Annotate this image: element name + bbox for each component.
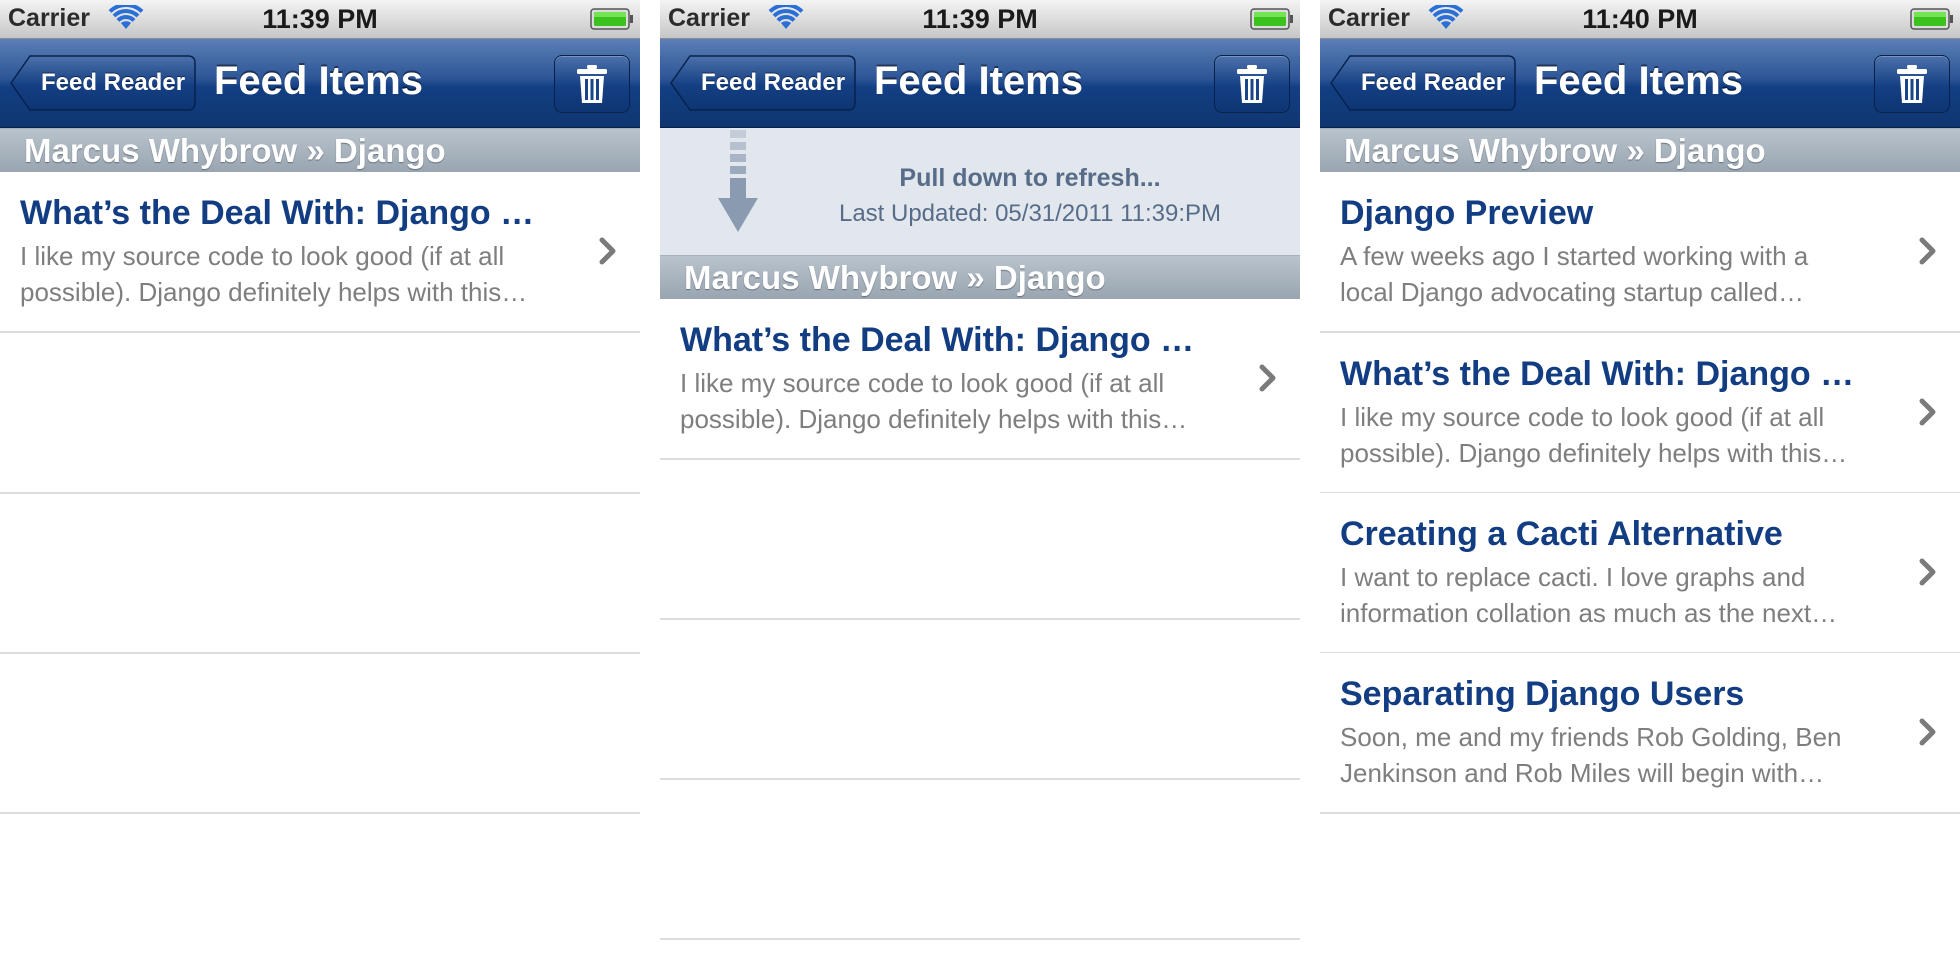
feed-item-row[interactable]: What’s the Deal With: Django … I like my… xyxy=(1320,333,1960,494)
feed-item-row[interactable]: What’s the Deal With: Django … I like my… xyxy=(660,299,1300,460)
last-updated-label: Last Updated: 05/31/2011 11:39:PM xyxy=(838,200,1222,227)
empty-row xyxy=(660,779,1300,940)
section-title: Marcus Whybrow » Django xyxy=(24,132,446,169)
chevron-right-icon xyxy=(1919,398,1936,426)
arrow-down-icon xyxy=(718,130,758,232)
feed-item-summary-line: possible). Django definitely helps with … xyxy=(20,277,528,307)
battery-icon xyxy=(1250,8,1293,30)
status-bar: Carrier 11:39 PM xyxy=(660,0,1300,39)
back-button[interactable]: Feed Reader xyxy=(10,55,196,111)
phone-screen-3: Carrier 11:40 PM Feed Reader Feed Items xyxy=(1320,0,1960,960)
feed-item-summary-line: possible). Django definitely helps with … xyxy=(680,404,1188,434)
navigation-bar: Feed Reader Feed Items xyxy=(660,39,1300,128)
trash-icon xyxy=(1237,65,1267,103)
empty-row xyxy=(0,493,640,654)
feed-item-title: Creating a Cacti Alternative xyxy=(1340,515,1783,553)
feed-item-title: Django Preview xyxy=(1340,194,1594,232)
status-time: 11:40 PM xyxy=(1582,4,1698,34)
chevron-right-icon xyxy=(1259,364,1276,392)
feed-item-summary-line: I want to replace cacti. I love graphs a… xyxy=(1340,562,1806,592)
feed-item-title: What’s the Deal With: Django … xyxy=(20,194,535,232)
feed-item-summary: Soon, me and my friends Rob Golding, Ben… xyxy=(1340,719,1900,791)
phone-screen-2: Carrier 11:39 PM Feed Reader Feed Items xyxy=(660,0,1300,960)
status-time: 11:39 PM xyxy=(922,4,1038,34)
section-title: Marcus Whybrow » Django xyxy=(1344,132,1766,169)
back-button-label: Feed Reader xyxy=(700,69,846,96)
page-title: Feed Items xyxy=(214,59,423,103)
feed-item-summary-line: local Django advocating startup called… xyxy=(1340,277,1804,307)
feed-item-summary: I like my source code to look good (if a… xyxy=(20,238,580,310)
feed-item-title: Separating Django Users xyxy=(1340,675,1745,713)
section-header: Marcus Whybrow » Django xyxy=(660,255,1300,301)
navigation-bar: Feed Reader Feed Items xyxy=(0,39,640,128)
chevron-right-icon xyxy=(1919,718,1936,746)
trash-icon xyxy=(577,65,607,103)
battery-icon xyxy=(590,8,633,30)
feed-item-row[interactable]: Creating a Cacti Alternative I want to r… xyxy=(1320,493,1960,654)
feed-item-summary: I like my source code to look good (if a… xyxy=(680,365,1240,437)
pull-to-refresh-header: Pull down to refresh... Last Updated: 05… xyxy=(660,128,1300,255)
chevron-right-icon xyxy=(1919,237,1936,265)
page-title: Feed Items xyxy=(1534,59,1743,103)
feed-item-summary-line: information collation as much as the nex… xyxy=(1340,598,1838,628)
phone-screen-1: Carrier 11:39 PM Feed Reader Feed Items xyxy=(0,0,640,960)
battery-icon xyxy=(1910,8,1953,30)
back-button-label: Feed Reader xyxy=(40,69,186,96)
empty-row xyxy=(660,619,1300,780)
empty-row xyxy=(0,333,640,494)
chevron-right-icon xyxy=(1919,558,1936,586)
empty-row xyxy=(0,653,640,814)
delete-button[interactable] xyxy=(554,55,630,113)
feed-item-summary-line: Soon, me and my friends Rob Golding, Ben xyxy=(1340,722,1842,752)
feed-item-summary: I want to replace cacti. I love graphs a… xyxy=(1340,559,1900,631)
delete-button[interactable] xyxy=(1214,55,1290,113)
delete-button[interactable] xyxy=(1874,55,1950,113)
refresh-title: Pull down to refresh... xyxy=(899,164,1161,192)
feed-item-summary: A few weeks ago I started working with a… xyxy=(1340,238,1900,310)
back-button[interactable]: Feed Reader xyxy=(1330,55,1516,111)
feed-item-summary-line: A few weeks ago I started working with a xyxy=(1340,241,1809,271)
feed-item-row[interactable]: What’s the Deal With: Django … I like my… xyxy=(0,172,640,333)
section-header: Marcus Whybrow » Django xyxy=(0,128,640,174)
back-button-label: Feed Reader xyxy=(1360,69,1506,96)
feed-item-summary-line: I like my source code to look good (if a… xyxy=(680,368,1165,398)
section-title: Marcus Whybrow » Django xyxy=(684,259,1106,296)
status-bar: Carrier 11:40 PM xyxy=(1320,0,1960,39)
feed-item-summary-line: Jenkinson and Rob Miles will begin with… xyxy=(1340,758,1825,788)
feed-item-summary-line: possible). Django definitely helps with … xyxy=(1340,438,1848,468)
feed-item-summary-line: I like my source code to look good (if a… xyxy=(20,241,505,271)
page-title: Feed Items xyxy=(874,59,1083,103)
section-header: Marcus Whybrow » Django xyxy=(1320,128,1960,174)
feed-item-row[interactable]: Django Preview A few weeks ago I started… xyxy=(1320,172,1960,333)
status-bar: Carrier 11:39 PM xyxy=(0,0,640,39)
status-time: 11:39 PM xyxy=(262,4,378,34)
feed-item-summary: I like my source code to look good (if a… xyxy=(1340,399,1900,471)
back-button[interactable]: Feed Reader xyxy=(670,55,856,111)
empty-row xyxy=(660,459,1300,620)
feed-item-summary-line: I like my source code to look good (if a… xyxy=(1340,402,1825,432)
trash-icon xyxy=(1897,65,1927,103)
navigation-bar: Feed Reader Feed Items xyxy=(1320,39,1960,128)
feed-item-title: What’s the Deal With: Django … xyxy=(680,321,1195,359)
feed-item-row[interactable]: Separating Django Users Soon, me and my … xyxy=(1320,653,1960,814)
feed-item-title: What’s the Deal With: Django … xyxy=(1340,355,1855,393)
chevron-right-icon xyxy=(599,237,616,265)
